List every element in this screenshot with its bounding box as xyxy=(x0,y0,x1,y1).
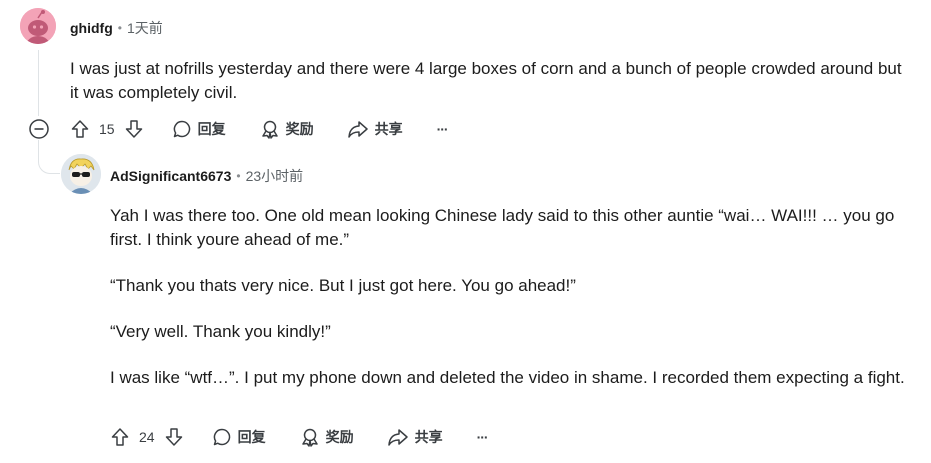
downvote-icon xyxy=(125,120,142,138)
thread-connector xyxy=(38,140,60,174)
share-button[interactable]: 共享 xyxy=(347,119,403,139)
avatar[interactable] xyxy=(20,8,56,44)
collapse-thread-button[interactable] xyxy=(29,119,49,139)
reply-button[interactable]: 回复 xyxy=(172,119,226,139)
minus-circle-icon xyxy=(29,119,49,139)
vote-count: 15 xyxy=(99,121,115,137)
share-icon xyxy=(387,429,408,446)
timestamp[interactable]: 23小时前 xyxy=(246,166,304,186)
upvote-icon xyxy=(111,428,129,446)
username[interactable]: AdSignificant6673 xyxy=(110,168,231,184)
username[interactable]: ghidfg xyxy=(70,20,113,36)
comment-paragraph: “Thank you thats very nice. But I just g… xyxy=(110,276,576,295)
comment-paragraph: I was like “wtf…”. I put my phone down a… xyxy=(110,368,905,387)
downvote-button[interactable] xyxy=(164,427,184,447)
upvote-button[interactable] xyxy=(70,119,90,139)
thread-line xyxy=(38,50,39,116)
reply-label: 回复 xyxy=(197,121,226,137)
more-options-button[interactable]: ··· xyxy=(437,121,449,137)
comment-body: Yah I was there too. One old mean lookin… xyxy=(110,204,910,412)
downvote-icon xyxy=(165,428,182,446)
award-label: 奖励 xyxy=(325,429,354,445)
award-button[interactable]: 奖励 xyxy=(260,119,314,139)
upvote-icon xyxy=(71,120,89,138)
snoo-avatar-icon xyxy=(20,8,56,44)
comment-paragraph: “Very well. Thank you kindly!” xyxy=(110,322,331,341)
share-label: 共享 xyxy=(414,429,443,445)
award-button[interactable]: 奖励 xyxy=(300,427,354,447)
comment-body: I was just at nofrills yesterday and the… xyxy=(70,57,910,105)
comment-bubble-icon xyxy=(173,120,190,138)
timestamp[interactable]: 1天前 xyxy=(127,18,163,38)
share-label: 共享 xyxy=(374,121,403,137)
comment-text: I was just at nofrills yesterday and the… xyxy=(70,59,902,102)
award-icon xyxy=(261,120,278,139)
comment-meta: AdSignificant6673 • 23小时前 xyxy=(110,166,303,186)
comment-actions: 24 回复 奖励 共享 ··· xyxy=(110,427,489,447)
share-button[interactable]: 共享 xyxy=(387,427,443,447)
award-label: 奖励 xyxy=(285,121,314,137)
separator-dot: • xyxy=(236,169,241,183)
user-avatar-icon xyxy=(61,154,101,194)
downvote-button[interactable] xyxy=(124,119,144,139)
comment-meta: ghidfg • 1天前 xyxy=(70,18,163,38)
comment-bubble-icon xyxy=(213,428,230,446)
award-icon xyxy=(301,428,318,447)
reply-label: 回复 xyxy=(237,429,266,445)
comment-paragraph: Yah I was there too. One old mean lookin… xyxy=(110,206,895,249)
comment-actions: 15 回复 奖励 共享 ··· xyxy=(70,119,449,139)
more-options-button[interactable]: ··· xyxy=(477,429,489,445)
avatar[interactable] xyxy=(61,154,101,194)
separator-dot: • xyxy=(117,21,122,35)
reply-button[interactable]: 回复 xyxy=(212,427,266,447)
upvote-button[interactable] xyxy=(110,427,130,447)
share-icon xyxy=(347,121,368,138)
vote-count: 24 xyxy=(139,429,155,445)
